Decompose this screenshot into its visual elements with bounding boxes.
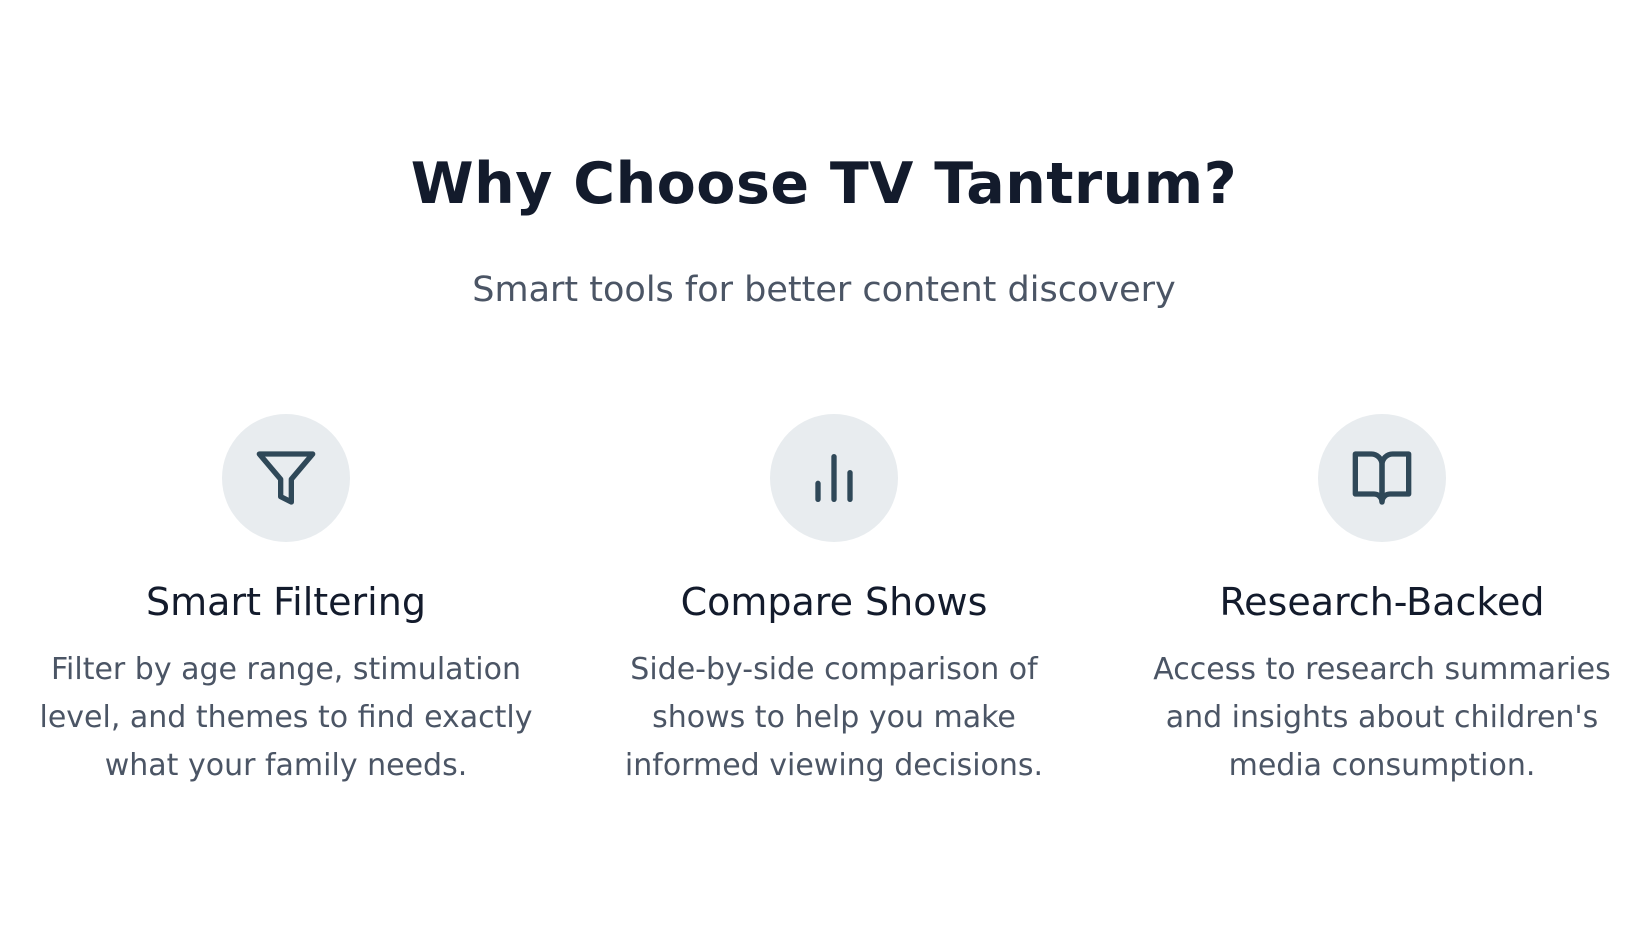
bar-chart-icon [815, 454, 853, 502]
feature-description: Filter by age range, stimulation level, … [39, 652, 533, 783]
feature-title: Research-Backed [1219, 580, 1545, 624]
features-section: Why Choose TV Tantrum? Smart tools for b… [0, 0, 1648, 942]
feature-card-compare-shows: Compare Shows Side-by-side comparison of… [564, 414, 1104, 790]
feature-card-research-backed: Research-Backed Access to research summa… [1112, 414, 1648, 790]
book-open-icon [1352, 451, 1412, 505]
feature-title: Compare Shows [680, 580, 988, 624]
feature-icon-circle [770, 414, 898, 542]
feature-title: Smart Filtering [146, 580, 426, 624]
feature-card-smart-filtering: Smart Filtering Filter by age range, sti… [16, 414, 556, 790]
feature-icon-circle [1318, 414, 1446, 542]
filter-icon [256, 451, 316, 505]
feature-icon-circle [222, 414, 350, 542]
section-title: Why Choose TV Tantrum? [410, 151, 1238, 217]
feature-description: Side-by-side comparison of shows to help… [624, 652, 1044, 783]
feature-description: Access to research summaries and insight… [1153, 652, 1611, 783]
section-subtitle: Smart tools for better content discovery [472, 270, 1176, 310]
